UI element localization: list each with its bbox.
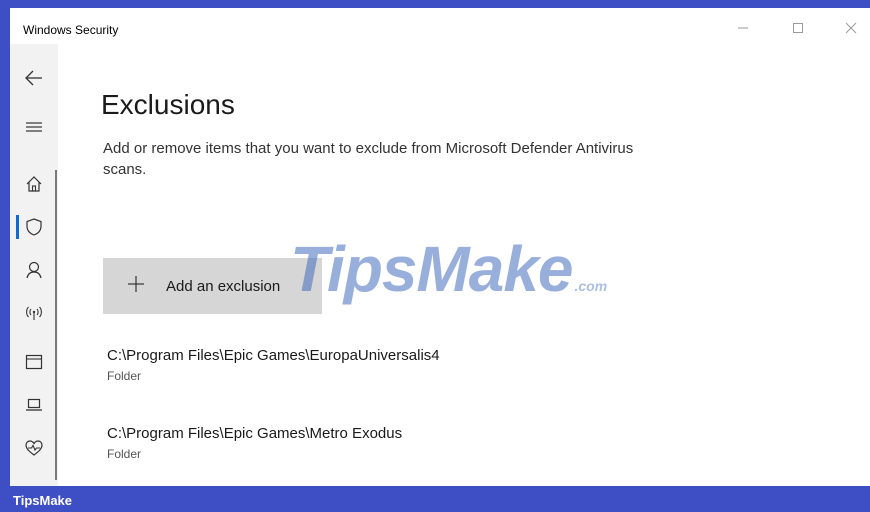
account-icon xyxy=(26,261,42,279)
network-icon xyxy=(26,306,42,320)
title-bar: Windows Security xyxy=(10,8,870,44)
sidebar-item-account-protection[interactable] xyxy=(10,252,58,288)
device-security-icon xyxy=(26,398,42,411)
exclusion-item[interactable]: C:\Program Files\Epic Games\Metro Exodus… xyxy=(107,424,707,463)
back-button[interactable] xyxy=(10,60,58,96)
navigation-sidebar xyxy=(10,44,58,486)
home-icon xyxy=(26,176,42,192)
close-button[interactable] xyxy=(836,16,866,40)
exclusion-type: Folder xyxy=(107,447,142,461)
sidebar-item-app-browser-control[interactable] xyxy=(10,344,58,380)
close-icon xyxy=(845,22,857,34)
windows-security-window: Windows Security Exclusions Add or remov… xyxy=(10,8,870,486)
exclusion-path: C:\Program Files\Epic Games\EuropaUniver… xyxy=(107,347,440,364)
page-description: Add or remove items that you want to exc… xyxy=(103,140,634,178)
page-title: Exclusions xyxy=(101,89,235,120)
sidebar-item-device-security[interactable] xyxy=(10,387,58,423)
sidebar-item-home[interactable] xyxy=(10,166,58,202)
exclusion-type: Folder xyxy=(107,369,142,383)
shield-icon xyxy=(26,218,42,236)
main-content: Exclusions Add or remove items that you … xyxy=(58,44,870,486)
minimize-icon xyxy=(738,27,748,29)
menu-button[interactable] xyxy=(10,109,58,145)
back-arrow-icon xyxy=(25,70,42,86)
hamburger-menu-icon xyxy=(26,122,42,132)
watermark-sub-text: .com xyxy=(574,278,608,294)
footer-brand-text: TipsMake xyxy=(13,493,73,508)
minimize-button[interactable] xyxy=(728,16,758,40)
exclusion-path: C:\Program Files\Epic Games\Metro Exodus xyxy=(107,425,403,442)
plus-icon xyxy=(126,273,146,299)
app-browser-icon xyxy=(25,354,43,370)
sidebar-item-device-health[interactable] xyxy=(10,430,58,466)
watermark-overlay: TipsMake .com xyxy=(290,232,608,305)
device-health-icon xyxy=(25,440,43,456)
maximize-button[interactable] xyxy=(783,16,813,40)
watermark-main-text: TipsMake xyxy=(290,233,573,305)
window-title: Windows Security xyxy=(23,23,119,37)
add-exclusion-label: Add an exclusion xyxy=(166,277,281,295)
maximize-icon xyxy=(793,23,803,33)
sidebar-item-firewall[interactable] xyxy=(10,295,58,331)
exclusion-item[interactable]: C:\Program Files\Epic Games\EuropaUniver… xyxy=(107,346,707,385)
footer-banner: TipsMake xyxy=(0,486,870,512)
sidebar-item-virus-protection[interactable] xyxy=(10,209,58,245)
